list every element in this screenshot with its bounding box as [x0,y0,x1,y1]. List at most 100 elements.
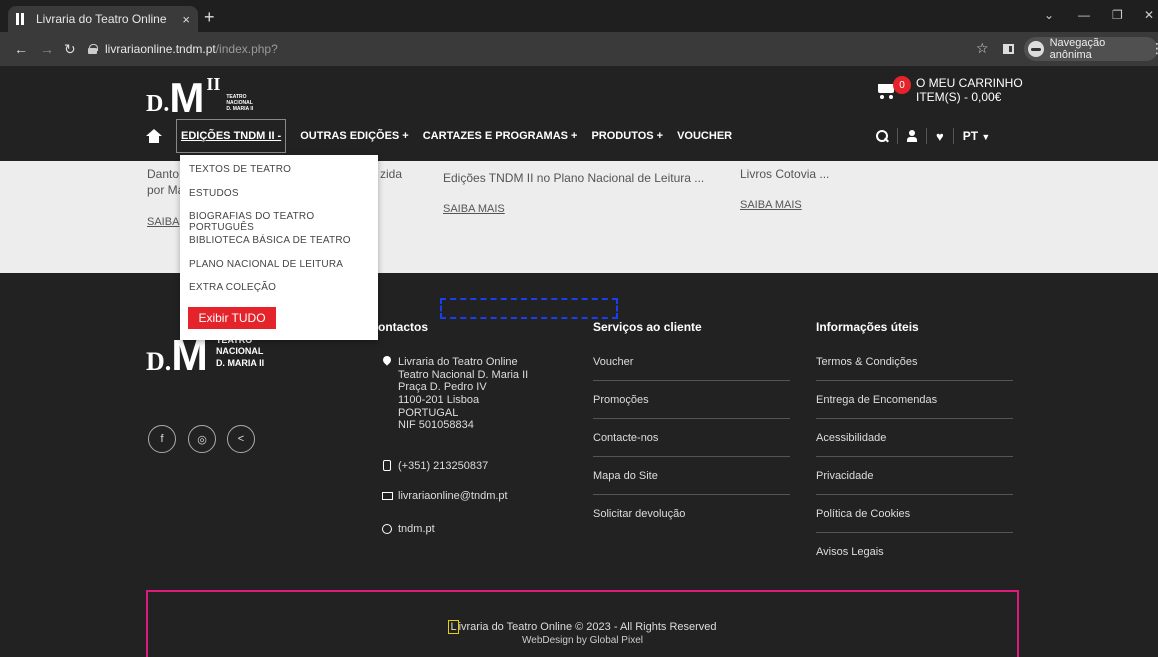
card2-text: Edições TNDM II no Plano Nacional de Lei… [443,171,705,185]
cart-count-badge: 0 [893,76,911,95]
share-icon[interactable]: < [227,425,255,453]
logo-m: M [169,74,205,121]
card3-text: Livros Cotovia ... [740,167,830,181]
logo-ii: II [206,74,221,94]
browser-menu-icon[interactable]: ⋮ [1150,40,1158,57]
language-selector[interactable]: PT ▼ [963,129,991,143]
search-icon[interactable] [876,130,888,142]
footer-logo-m: M [171,331,208,381]
browser-toolbar: ← → ↻ livrariaonline.tndm.pt/index.php? … [0,32,1158,66]
minimize-button[interactable]: — [1078,8,1090,22]
footer-logo[interactable]: D. M TEATRO NACIONAL D. MARIA II [146,331,265,381]
card1-text-line2: por Ma [147,183,185,197]
dropdown-item-extra-colecao[interactable]: EXTRA COLEÇÃO [189,282,276,293]
side-panel-icon[interactable] [1003,44,1014,54]
footer-link-entrega[interactable]: Entrega de Encomendas [816,394,1013,406]
dropdown-item-biblioteca[interactable]: BIBLIOTECA BÁSICA DE TEATRO [189,235,351,246]
address-bar[interactable]: livrariaonline.tndm.pt/index.php? [88,37,968,61]
nav-voucher[interactable]: VOUCHER [677,130,732,142]
user-icon[interactable] [907,130,917,142]
footer-link-mapa-site[interactable]: Mapa do Site [593,470,790,482]
services-title: Serviços ao cliente [593,320,702,334]
site-favicon-icon [16,13,28,25]
heart-icon[interactable]: ♥ [936,129,944,144]
dropdown-item-textos-teatro[interactable]: TEXTOS DE TEATRO [189,164,291,175]
reload-icon[interactable]: ↻ [64,41,76,58]
divider [816,532,1013,533]
divider [593,494,790,495]
browser-tab-bar: Livraria do Teatro Online × + ⌄ — ❐ ✕ [0,0,1158,32]
card1-text-frag: zida [380,167,403,181]
copyright-bar: Livraria do Teatro Online © 2023 - All R… [146,590,1019,657]
url-path: /index.php? [215,42,278,56]
incognito-icon [1028,41,1044,57]
card3-saiba-mais-link[interactable]: SAIBA MAIS [740,199,802,211]
phone-icon [383,460,391,471]
lock-icon [88,44,98,54]
header-actions: ♥ PT ▼ [876,118,990,154]
show-all-button[interactable]: Exibir TUDO [188,307,276,329]
close-window-button[interactable]: ✕ [1144,8,1154,22]
divider [593,456,790,457]
divider [816,380,1013,381]
contact-address: Livraria do Teatro Online Teatro Naciona… [398,356,529,432]
divider [816,494,1013,495]
forward-arrow-icon[interactable]: → [40,41,54,57]
nav-edicoes-tndm[interactable]: EDIÇÕES TNDM II - [176,119,287,153]
browser-tab[interactable]: Livraria do Teatro Online × [8,6,198,32]
footer-link-termos[interactable]: Termos & Condições [816,356,1013,368]
edicoes-dropdown-menu: TEXTOS DE TEATRO ESTUDOS BIOGRAFIAS DO T… [180,155,378,340]
mail-icon [382,492,393,500]
globe-icon [382,524,392,534]
webdesign-credit[interactable]: WebDesign by Global Pixel [148,635,1017,646]
footer-logo-text: TEATRO NACIONAL D. MARIA II [215,335,265,368]
footer-logo-d: D. [146,346,172,376]
cart-icon: 0 [876,76,911,100]
instagram-icon[interactable]: ◎ [188,425,216,453]
divider [593,380,790,381]
nav-cartazes-programas[interactable]: CARTAZES E PROGRAMAS + [423,130,578,142]
dropdown-item-biografias[interactable]: BIOGRAFIAS DO TEATRO PORTUGUÊS [189,211,378,233]
selection-rectangle [440,298,618,319]
contact-website[interactable]: tndm.pt [398,523,435,536]
footer-link-voucher[interactable]: Voucher [593,356,790,368]
contact-phone[interactable]: (+351) 213250837 [398,460,488,473]
nav-produtos[interactable]: PRODUTOS + [591,130,663,142]
tab-close-icon[interactable]: × [182,12,190,27]
new-tab-button[interactable]: + [204,7,215,28]
card2-saiba-mais-link[interactable]: SAIBA MAIS [443,203,505,215]
back-arrow-icon[interactable]: ← [14,41,28,57]
dropdown-item-estudos[interactable]: ESTUDOS [189,188,239,199]
card1-text-line1: Danto [147,167,180,181]
dropdown-item-plano-nacional[interactable]: PLANO NACIONAL DE LEITURA [189,259,343,270]
incognito-indicator[interactable]: Navegação anônima [1024,37,1158,61]
site-header: D. M II TEATRO NACIONAL D. MARIA II 0 O … [0,66,1158,161]
url-host: livrariaonline.tndm.pt [105,42,216,56]
footer-link-acessibilidade[interactable]: Acessibilidade [816,432,1013,444]
footer-link-privacidade[interactable]: Privacidade [816,470,1013,482]
home-icon[interactable] [146,129,162,143]
news-strip: Danto por Ma zida SAIBA Edições TNDM II … [0,161,1158,273]
info-title: Informações úteis [816,320,919,334]
incognito-label: Navegação anônima [1049,37,1106,61]
facebook-icon[interactable]: f [148,425,176,453]
tab-search-icon[interactable]: ⌄ [1044,8,1054,22]
cart-title: O MEU CARRINHO [916,76,1023,90]
logo-d: D. [146,90,170,117]
site-logo[interactable]: D. M II TEATRO NACIONAL D. MARIA II [146,74,254,121]
logo-text: TEATRO NACIONAL D. MARIA II [226,93,254,112]
bookmark-star-icon[interactable]: ☆ [976,40,989,57]
footer-link-solicitar-devolucao[interactable]: Solicitar devolução [593,508,790,520]
footer-link-promocoes[interactable]: Promoções [593,394,790,406]
restore-button[interactable]: ❐ [1112,8,1123,22]
location-pin-icon [383,356,391,366]
cart-widget[interactable]: 0 O MEU CARRINHO ITEM(S) - 0,00€ [876,76,1023,105]
footer-link-contacte-nos[interactable]: Contacte-nos [593,432,790,444]
card1-link[interactable]: SAIBA [147,216,179,228]
contact-email[interactable]: livrariaonline@tndm.pt [398,490,508,503]
nav-outras-edicoes[interactable]: OUTRAS EDIÇÕES + [300,130,409,142]
contacts-title: ontactos [378,320,429,334]
footer-link-cookies[interactable]: Política de Cookies [816,508,1013,520]
footer-link-avisos-legais[interactable]: Avisos Legais [816,546,1013,558]
cart-total: ITEM(S) - 0,00€ [916,90,1002,105]
